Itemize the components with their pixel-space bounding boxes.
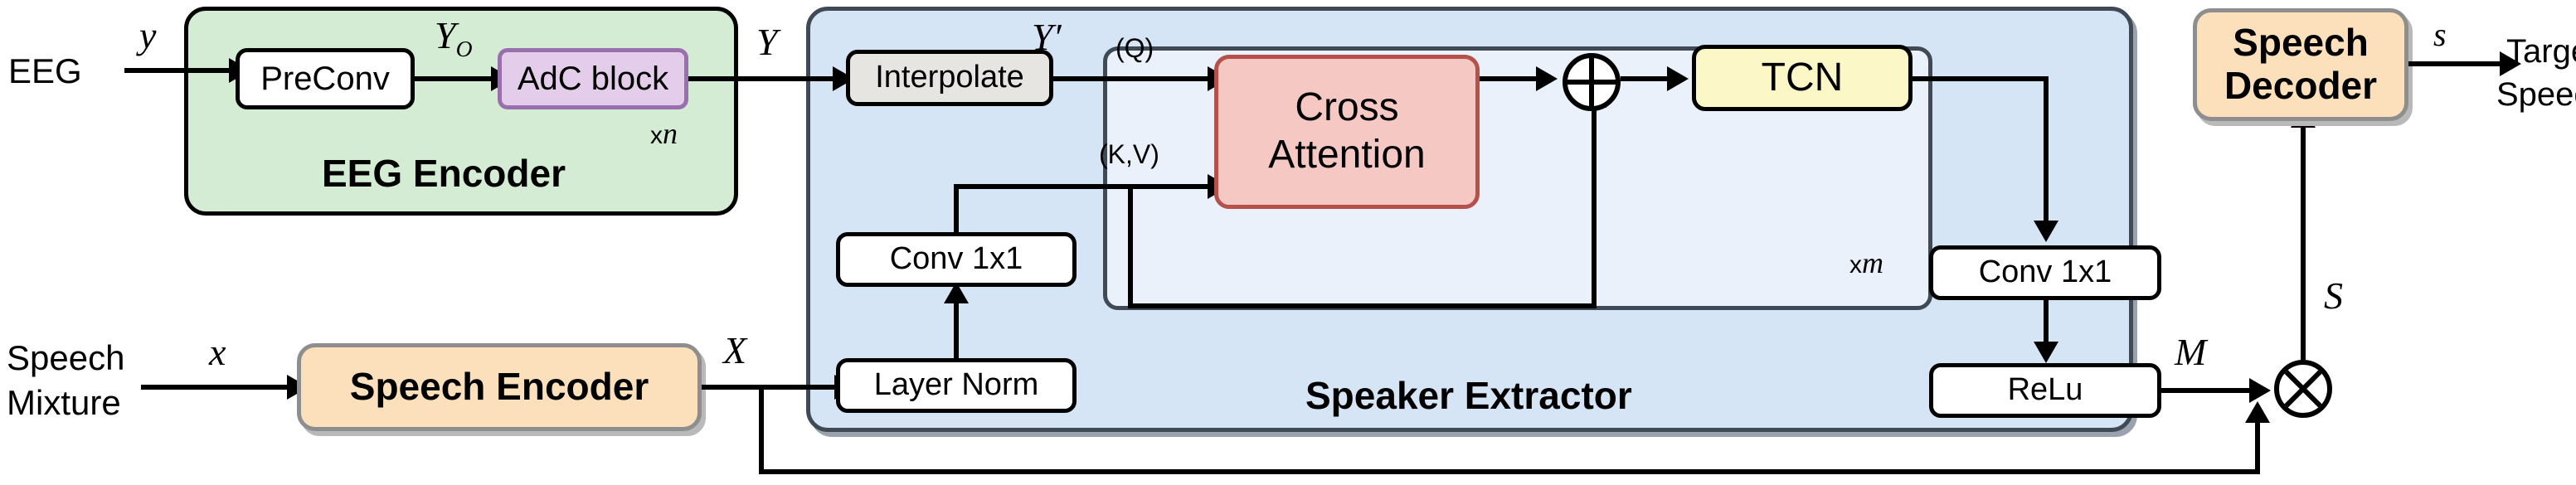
cross-attention-block[interactable]: Cross Attention xyxy=(1214,55,1480,209)
speech-mixture-line xyxy=(141,385,290,390)
target-speech-line xyxy=(2408,61,2505,66)
multiply-operator xyxy=(2274,360,2332,418)
residual-up-line xyxy=(1592,101,1597,305)
interpolate-label: Interpolate xyxy=(875,60,1024,95)
cross-attention-label-line2: Attention xyxy=(1268,133,1426,177)
target-speech-label-line1: Target xyxy=(2506,33,2576,70)
add-to-tcn-arrowhead xyxy=(1667,66,1689,91)
eeg-encoder-output-symbol: Y xyxy=(756,21,778,63)
target-speech-symbol: s xyxy=(2433,16,2447,53)
add-operator-vertical-stroke xyxy=(1589,58,1594,106)
relu-block[interactable]: ReLu xyxy=(1929,363,2161,418)
tcn-output-line xyxy=(1913,76,2049,81)
conv-to-relu-line xyxy=(2044,300,2049,345)
speaker-extractor-repeat-annotation: xm xyxy=(1849,246,1883,279)
eeg-signal-symbol: y xyxy=(139,14,157,56)
bottom-feedback-arrowhead xyxy=(2245,401,2270,423)
target-speech-label-line2: Speech xyxy=(2496,76,2576,113)
bottom-feedback-line xyxy=(759,469,2260,474)
speaker-extractor-title: Speaker Extractor xyxy=(1305,374,1632,417)
preconv-output-symbol: YO xyxy=(435,14,473,62)
speech-encoder-output-line xyxy=(702,385,839,390)
preconv-to-adc-line xyxy=(415,76,494,81)
residual-down-line xyxy=(1128,184,1133,308)
speech-encoder-label: Speech Encoder xyxy=(349,365,649,409)
conv-input-block[interactable]: Conv 1x1 xyxy=(836,232,1077,287)
conv-output-label: Conv 1x1 xyxy=(1978,255,2112,290)
mask-line xyxy=(2161,388,2253,393)
add-operator xyxy=(1563,53,1621,111)
eeg-input-label: EEG xyxy=(8,51,82,90)
keyvalue-horizontal-line xyxy=(954,184,1211,189)
eeg-encoder-output-line xyxy=(688,76,836,81)
speech-decoder-label-line1: Speech xyxy=(2233,21,2369,65)
crossattention-to-add-arrowhead xyxy=(1536,66,1558,91)
interpolate-block[interactable]: Interpolate xyxy=(846,50,1053,106)
speech-mixture-label-line2: Mixture xyxy=(7,383,121,422)
adc-label: AdC block xyxy=(517,61,669,97)
speech-mixture-label-line1: Speech xyxy=(7,338,125,377)
adc-block[interactable]: AdC block xyxy=(498,48,688,109)
speech-decoder-block[interactable]: Speech Decoder xyxy=(2193,8,2408,121)
eeg-input-line xyxy=(124,68,232,73)
preconv-label: PreConv xyxy=(260,61,390,97)
conv-input-up-line xyxy=(954,184,959,234)
eeg-encoder-repeat-annotation: xn xyxy=(650,117,678,150)
tcn-block[interactable]: TCN xyxy=(1692,45,1913,111)
mask-arrowhead xyxy=(2249,378,2271,403)
mask-symbol: M xyxy=(2175,331,2207,373)
residual-horizontal-line xyxy=(1128,303,1597,308)
interpolate-to-query-line xyxy=(1053,76,1211,81)
crossattention-to-add-line xyxy=(1480,76,1539,81)
separated-signal-symbol: S xyxy=(2324,274,2343,317)
conv-input-label: Conv 1x1 xyxy=(889,241,1023,277)
eeg-encoder-title: EEG Encoder xyxy=(322,152,566,195)
architecture-diagram: EEG y Speech Mixture x PreConv YO AdC bl… xyxy=(0,0,2576,485)
speech-encoder-block[interactable]: Speech Encoder xyxy=(297,343,702,431)
conv-to-relu-arrowhead xyxy=(2034,342,2058,363)
conv-output-block[interactable]: Conv 1x1 xyxy=(1929,245,2161,300)
layer-norm-label: Layer Norm xyxy=(873,367,1039,403)
tcn-output-arrowhead xyxy=(2034,221,2058,242)
speech-decoder-label-line2: Decoder xyxy=(2224,64,2378,107)
tcn-output-down-line xyxy=(2044,76,2049,224)
speech-encoder-output-symbol: X xyxy=(723,329,747,371)
cross-attention-label-line1: Cross xyxy=(1295,85,1399,130)
preconv-block[interactable]: PreConv xyxy=(236,48,415,109)
separated-signal-line xyxy=(2301,123,2306,360)
layer-norm-block[interactable]: Layer Norm xyxy=(836,358,1077,413)
x-branch-vertical xyxy=(759,385,764,473)
speech-mixture-symbol: x xyxy=(209,331,226,373)
query-label: (Q) xyxy=(1115,33,1154,63)
tcn-label: TCN xyxy=(1761,55,1844,99)
relu-label: ReLu xyxy=(2007,372,2083,408)
add-to-tcn-line xyxy=(1621,76,1670,81)
interpolate-output-symbol: Y′ xyxy=(1032,16,1062,58)
keyvalue-label: (K,V) xyxy=(1099,139,1159,169)
